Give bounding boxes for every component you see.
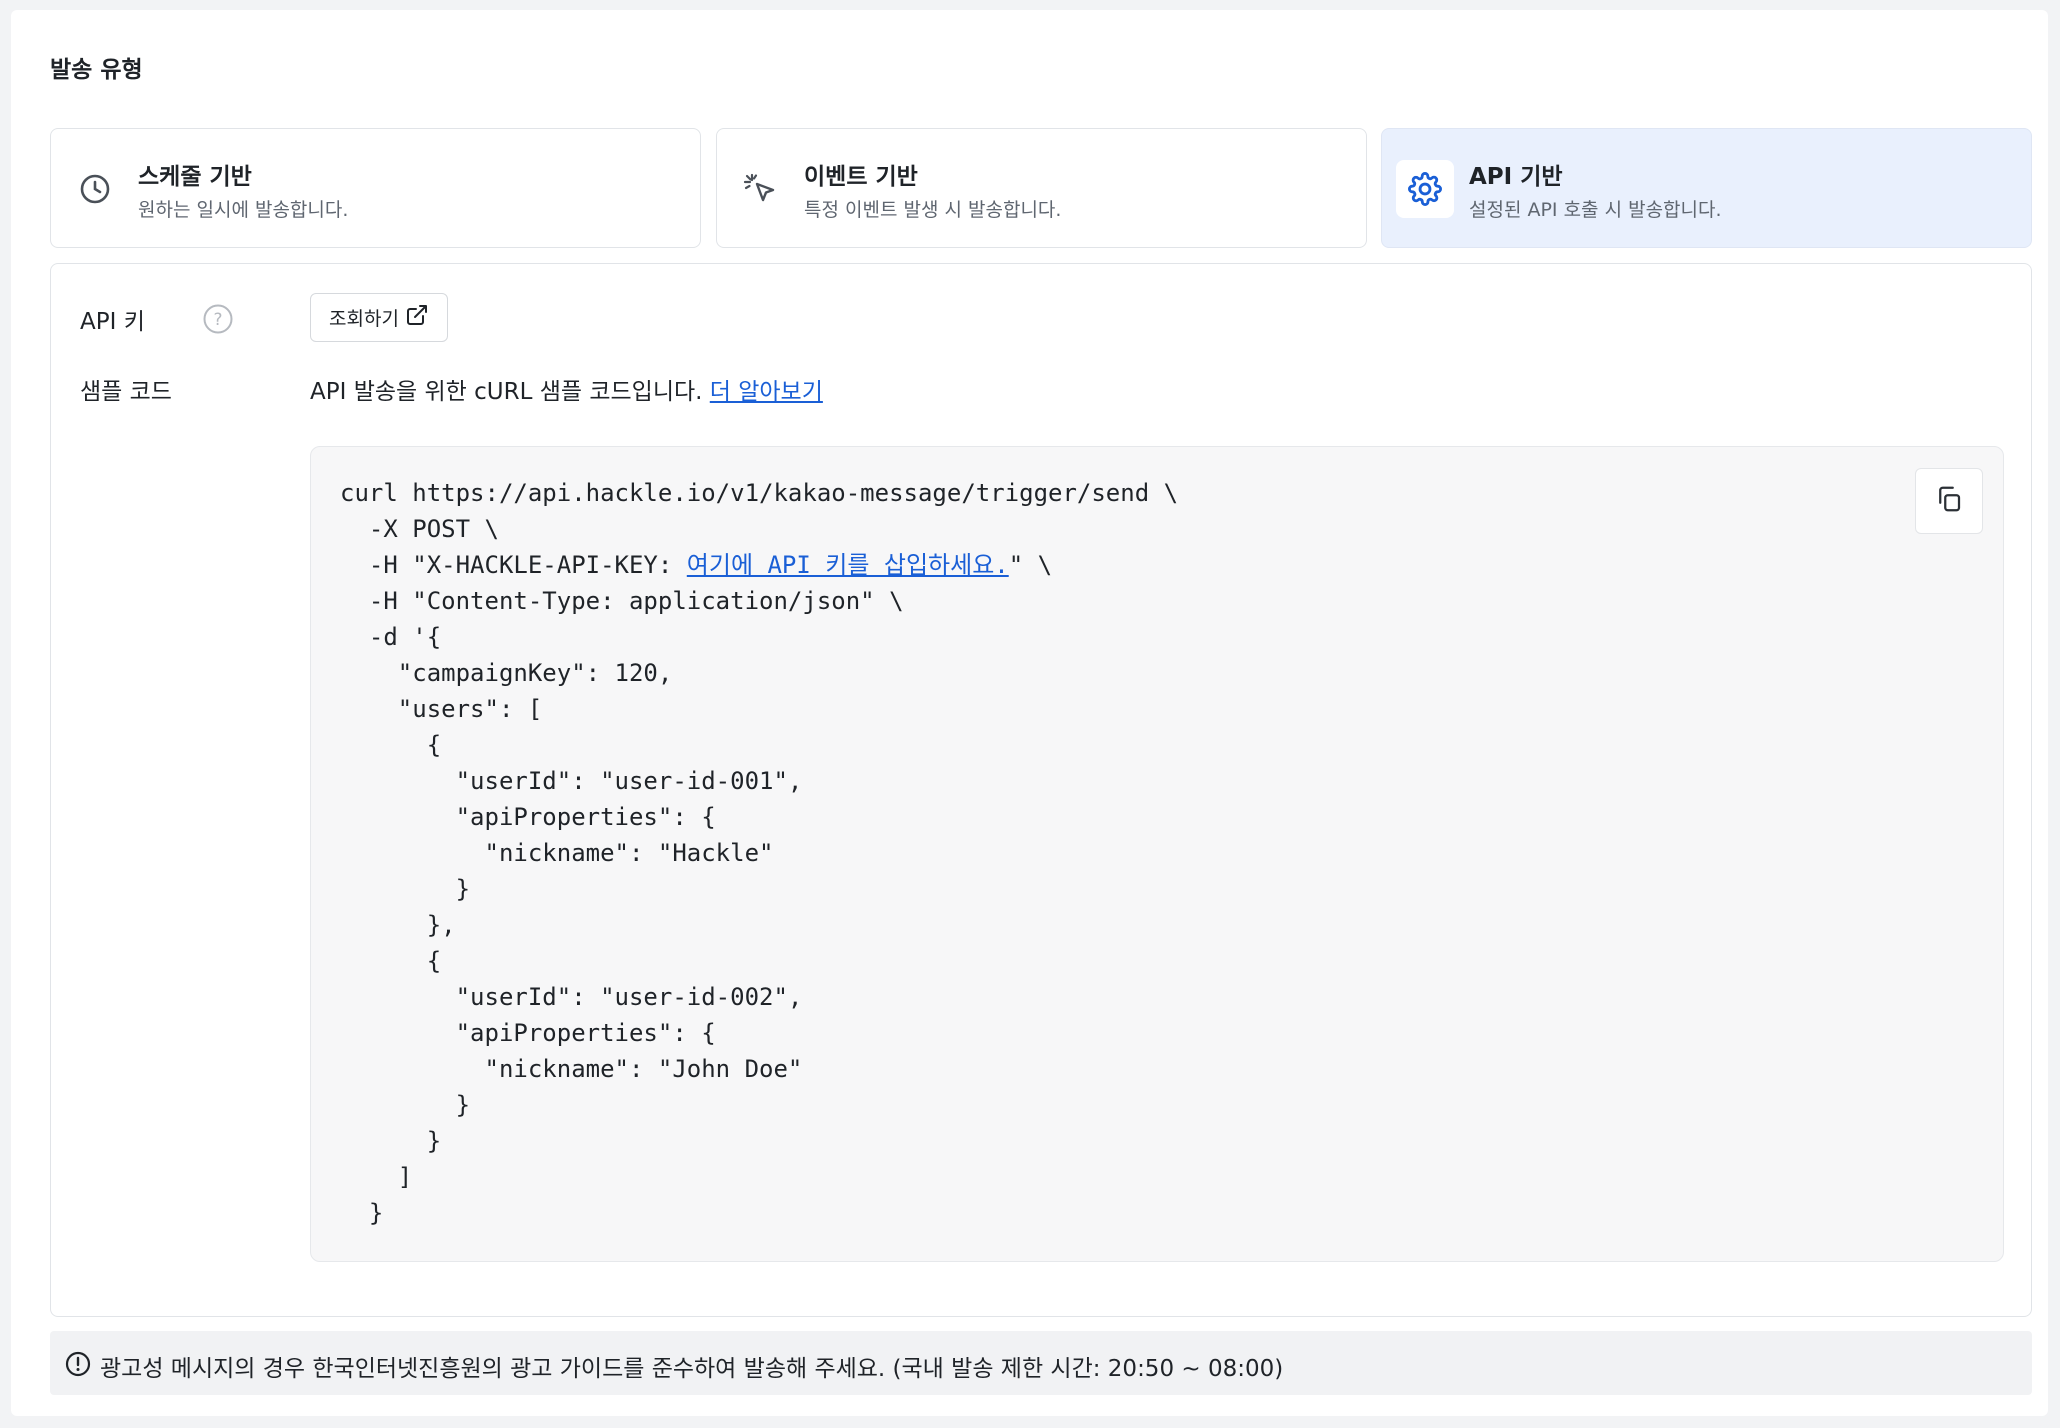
send-type-schedule[interactable]: 스케줄 기반 원하는 일시에 발송합니다. [50,128,701,248]
copy-icon [1934,484,1964,518]
api-key-placeholder: 여기에 API 키를 삽입하세요. [686,551,1009,579]
external-link-icon [405,303,429,332]
send-type-api[interactable]: API 기반 설정된 API 호출 시 발송합니다. [1381,128,2032,248]
ad-guide-notice: 광고성 메시지의 경우 한국인터넷진흥원의 광고 가이드를 준수하여 발송해 주… [50,1331,2032,1395]
notice-text: 광고성 메시지의 경우 한국인터넷진흥원의 광고 가이드를 준수하여 발송해 주… [100,1356,1284,1382]
send-type-title: 스케줄 기반 [138,164,252,190]
send-type-options: 스케줄 기반 원하는 일시에 발송합니다. 이벤트 기반 특정 이벤트 발생 시… [50,128,2032,248]
sample-code-desc-text: API 발송을 위한 cURL 샘플 코드입니다. [310,379,703,405]
code-line: -X POST \ [340,515,499,543]
send-type-desc: 설정된 API 호출 시 발송합니다. [1469,199,1722,221]
send-type-card: 발송 유형 스케줄 기반 원하는 일시에 발송합니다. 이벤트 기반 특정 이벤… [11,10,2048,1416]
view-api-key-button[interactable]: 조회하기 [310,293,448,342]
code-line: curl https://api.hackle.io/v1/kakao-mess… [340,479,1179,507]
cursor-click-icon [743,171,779,207]
learn-more-link[interactable]: 더 알아보기 [710,379,823,405]
view-api-key-label: 조회하기 [329,308,399,330]
sample-code-description: API 발송을 위한 cURL 샘플 코드입니다. 더 알아보기 [310,372,823,406]
alert-circle-icon [65,1351,91,1377]
code-line: " \ [1008,551,1053,579]
code-block: curl https://api.hackle.io/v1/kakao-mess… [310,446,2004,1262]
code-line: -H "X-HACKLE-API-KEY: [340,551,687,579]
sample-code: curl https://api.hackle.io/v1/kakao-mess… [340,475,1178,1231]
code-body: -H "Content-Type: application/json" \ -d… [368,587,904,1227]
send-type-title: 이벤트 기반 [804,164,918,190]
section-title: 발송 유형 [50,57,143,83]
question-circle-icon[interactable]: ? [202,303,234,335]
send-type-desc: 특정 이벤트 발생 시 발송합니다. [804,199,1062,221]
svg-text:?: ? [213,310,222,330]
gear-icon [1396,160,1454,218]
copy-code-button[interactable] [1915,468,1983,534]
sample-code-label: 샘플 코드 [80,379,172,405]
api-key-label: API 키 [80,309,145,335]
clock-icon [77,171,113,207]
send-type-title: API 기반 [1469,164,1563,190]
send-type-event[interactable]: 이벤트 기반 특정 이벤트 발생 시 발송합니다. [716,128,1367,248]
api-settings-panel: API 키 ? 조회하기 샘플 코드 API 발송을 위한 cURL 샘플 코드… [50,263,2032,1317]
send-type-desc: 원하는 일시에 발송합니다. [138,199,349,221]
